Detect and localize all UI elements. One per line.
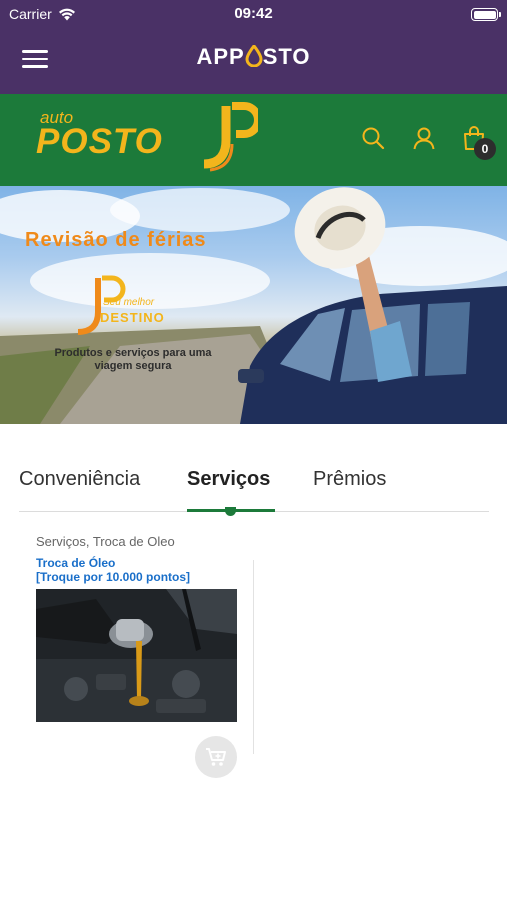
banner-tagline: Produtos e serviços para uma viagem segu… [54,347,212,372]
app-top-bar: Carrier 09:42 APP STO [0,0,507,94]
promo-banner[interactable]: Revisão de férias Seu melhor DESTINO Pro… [0,186,507,424]
tab-conveniencia[interactable]: Conveniência [19,468,140,491]
user-icon[interactable] [412,126,436,150]
app-logo: APP STO [0,44,507,70]
add-to-cart-icon [206,748,226,766]
tab-servicos[interactable]: Serviços [187,468,270,491]
oil-drop-logo-icon [245,45,263,67]
banner-slogan-small: Seu melhor [103,297,155,308]
cart-count-badge: 0 [474,138,496,160]
search-icon[interactable] [361,126,385,150]
product-image[interactable] [36,589,237,722]
product-card[interactable]: Serviços, Troca de Oleo Troca de Óleo [T… [36,528,256,784]
product-title-name: Troca de Óleo [36,556,116,570]
status-bar: Carrier 09:42 [0,0,507,30]
store-logo-posto: POSTO [36,122,163,161]
active-tab-dot [225,507,236,516]
battery-icon [471,8,501,21]
banner-illustration [0,187,507,424]
product-title-points: [Troque por 10.000 pontos] [36,570,191,584]
tab-premios[interactable]: Prêmios [313,468,386,491]
banner-slogan-big: DESTINO [100,310,165,325]
product-category: Serviços, Troca de Oleo [36,534,175,549]
product-title[interactable]: Troca de Óleo [Troque por 10.000 pontos] [36,556,190,584]
card-divider [253,560,254,754]
oil-change-photo [36,589,237,722]
category-tabs: Conveniência Serviços Prêmios [19,456,489,516]
add-to-cart-button[interactable] [195,736,237,778]
jp-logo-icon [203,102,258,172]
app-logo-prefix: APP [196,44,245,69]
banner-headline: Revisão de férias [25,229,207,251]
app-logo-suffix: STO [262,44,311,69]
store-logo[interactable]: auto POSTO [36,102,266,174]
status-time: 09:42 [234,5,273,22]
